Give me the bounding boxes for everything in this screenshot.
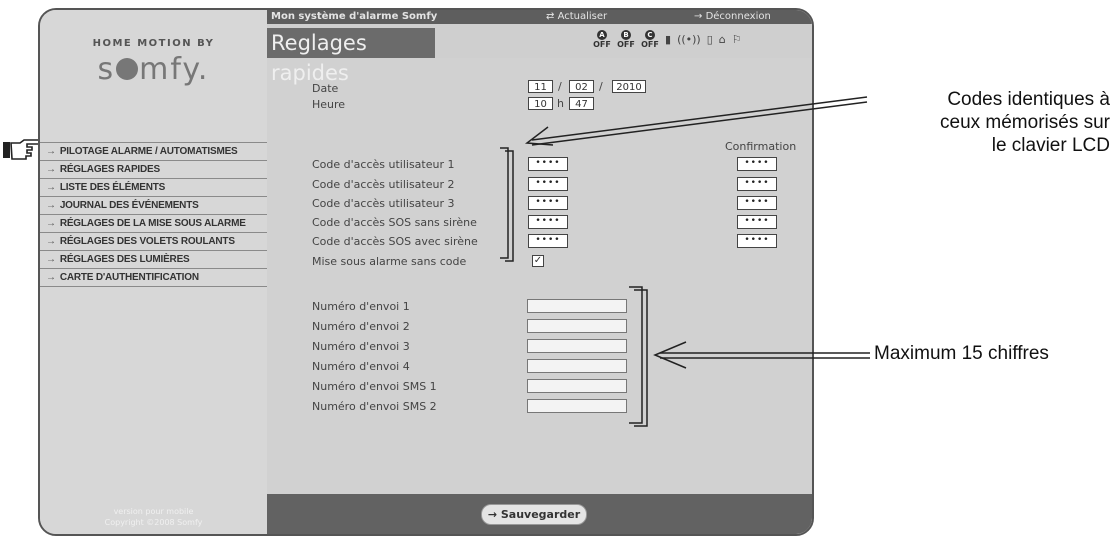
code-label-user-1: Code d'accès utilisateur 1 <box>312 158 455 171</box>
code-label-user-3: Code d'accès utilisateur 3 <box>312 197 455 210</box>
sidebar-item-label: RÉGLAGES DES LUMIÈRES <box>59 254 190 265</box>
code-field-user-1[interactable]: •••• <box>528 157 568 171</box>
number-label-1: Numéro d'envoi 1 <box>312 300 410 313</box>
header-bar: Reglages rapides A OFF B OFF C OFF ▮ ((•)) … <box>267 24 812 85</box>
app-window: HOME MOTION BY s mfy. → PILOTAGE ALARME / … <box>38 8 814 536</box>
date-separator: / <box>599 80 603 93</box>
number-label-3: Numéro d'envoi 3 <box>312 340 410 353</box>
date-separator: / <box>558 80 562 93</box>
sidebar-item-label: LISTE DES ÉLÉMENTS <box>59 182 166 193</box>
sidebar-item-label: PILOTAGE ALARME / AUTOMATISMES <box>59 146 238 157</box>
zone-c-status: C OFF <box>641 30 659 49</box>
date-month-field[interactable]: 02 <box>569 80 594 93</box>
number-label-sms-2: Numéro d'envoi SMS 2 <box>312 400 437 413</box>
door-icon: ▯ <box>706 33 713 46</box>
code-confirm-sos-sans-sirene[interactable]: •••• <box>737 215 777 229</box>
code-field-sos-avec-sirene[interactable]: •••• <box>528 234 568 248</box>
sidebar: HOME MOTION BY s mfy. → PILOTAGE ALARME / … <box>40 10 267 534</box>
arrow-right-icon: → <box>46 182 56 193</box>
top-bar: Mon système d'alarme Somfy ⇄ Actualiser … <box>267 10 812 24</box>
bottom-bar: → Sauvegarder <box>267 494 812 534</box>
number-label-4: Numéro d'envoi 4 <box>312 360 410 373</box>
sidebar-item-mise-sous-alarme[interactable]: → RÉGLAGES DE LA MISE SOUS ALARME <box>40 215 267 233</box>
number-field-3[interactable] <box>527 339 627 353</box>
sidebar-item-volets[interactable]: → RÉGLAGES DES VOLETS ROULANTS <box>40 233 267 251</box>
number-label-2: Numéro d'envoi 2 <box>312 320 410 333</box>
sidebar-item-lumieres[interactable]: → RÉGLAGES DES LUMIÈRES <box>40 251 267 269</box>
sidebar-item-label: RÉGLAGES RAPIDES <box>59 164 160 175</box>
arrow-right-icon: → <box>694 11 706 22</box>
house-icon: ⌂ <box>718 33 726 46</box>
arrow-right-icon: → <box>46 218 56 229</box>
sidebar-item-pilotage[interactable]: → PILOTAGE ALARME / AUTOMATISMES <box>40 143 267 161</box>
sidebar-item-carte[interactable]: → CARTE D'AUTHENTIFICATION <box>40 269 267 287</box>
arm-without-code-label: Mise sous alarme sans code <box>312 255 467 268</box>
number-field-sms-1[interactable] <box>527 379 627 393</box>
arrow-right-icon: → <box>46 236 56 247</box>
arrow-right-icon: → <box>46 146 56 157</box>
max-digits-annotation: Maximum 15 chiffres <box>874 343 1049 364</box>
version-text: version pour mobile <box>113 507 194 516</box>
main-panel: Mon système d'alarme Somfy ⇄ Actualiser … <box>267 10 812 534</box>
sidebar-item-label: CARTE D'AUTHENTIFICATION <box>59 272 199 283</box>
arrow-right-icon: → <box>46 200 56 211</box>
date-label: Date <box>312 82 339 95</box>
arrow-right-icon: → <box>46 272 56 283</box>
number-field-2[interactable] <box>527 319 627 333</box>
code-field-sos-sans-sirene[interactable]: •••• <box>528 215 568 229</box>
code-confirm-user-2[interactable]: •••• <box>737 177 777 191</box>
confirmation-header: Confirmation <box>725 140 797 153</box>
code-confirm-user-1[interactable]: •••• <box>737 157 777 171</box>
date-day-field[interactable]: 11 <box>528 80 553 93</box>
status-icons: A OFF B OFF C OFF ▮ ((•)) ▯ ⌂ ⚐ <box>593 30 742 50</box>
code-label-sos-avec-sirene: Code d'accès SOS avec sirène <box>312 235 478 248</box>
page-title: Reglages rapides <box>267 28 435 85</box>
brand-tagline: HOME MOTION BY <box>92 38 215 49</box>
code-label-sos-sans-sirene: Code d'accès SOS sans sirène <box>312 216 477 229</box>
time-label: Heure <box>312 98 346 111</box>
save-button[interactable]: → Sauvegarder <box>481 504 587 525</box>
sidebar-item-label: JOURNAL DES ÉVÉNEMENTS <box>59 200 199 211</box>
copyright-text: Copyright ©2008 Somfy <box>104 518 203 527</box>
code-confirm-sos-avec-sirene[interactable]: •••• <box>737 234 777 248</box>
code-confirm-user-3[interactable]: •••• <box>737 196 777 210</box>
refresh-link[interactable]: ⇄ Actualiser <box>546 10 607 24</box>
time-separator: h <box>557 97 564 110</box>
sidebar-item-journal[interactable]: → JOURNAL DES ÉVÉNEMENTS <box>40 197 267 215</box>
sidebar-item-liste-elements[interactable]: → LISTE DES ÉLÉMENTS <box>40 179 267 197</box>
sidebar-footer: version pour mobile Copyright ©2008 Somf… <box>40 506 267 528</box>
sidebar-item-reglages-rapides[interactable]: → RÉGLAGES RAPIDES <box>40 161 267 179</box>
number-field-4[interactable] <box>527 359 627 373</box>
somfy-logo: s mfy. <box>97 52 210 87</box>
code-label-user-2: Code d'accès utilisateur 2 <box>312 178 455 191</box>
sidebar-item-label: RÉGLAGES DES VOLETS ROULANTS <box>59 236 235 247</box>
time-hour-field[interactable]: 10 <box>528 97 553 110</box>
battery-icon: ▮ <box>665 33 672 46</box>
radio-signal-icon: ((•)) <box>677 33 701 46</box>
arrow-right-icon: → <box>46 164 56 175</box>
codes-annotation: Codes identiques à ceux mémorisés sur le… <box>940 89 1110 156</box>
sidebar-item-label: RÉGLAGES DE LA MISE SOUS ALARME <box>59 218 246 229</box>
code-field-user-3[interactable]: •••• <box>528 196 568 210</box>
system-title: Mon système d'alarme Somfy <box>271 11 438 22</box>
time-minute-field[interactable]: 47 <box>569 97 594 110</box>
arm-without-code-checkbox[interactable]: ✓ <box>532 255 544 267</box>
date-year-field[interactable]: 2010 <box>612 80 646 93</box>
flag-icon: ⚐ <box>731 33 742 46</box>
refresh-icon: ⇄ <box>546 11 558 22</box>
number-field-sms-2[interactable] <box>527 399 627 413</box>
code-field-user-2[interactable]: •••• <box>528 177 568 191</box>
number-label-sms-1: Numéro d'envoi SMS 1 <box>312 380 437 393</box>
arrow-right-icon: → <box>487 508 501 521</box>
zone-a-status: A OFF <box>593 30 611 49</box>
number-field-1[interactable] <box>527 299 627 313</box>
zone-b-status: B OFF <box>617 30 635 49</box>
arrow-right-icon: → <box>46 254 56 265</box>
logout-link[interactable]: → Déconnexion <box>694 10 771 24</box>
sidebar-nav: → PILOTAGE ALARME / AUTOMATISMES → RÉGLAGE… <box>40 142 267 287</box>
